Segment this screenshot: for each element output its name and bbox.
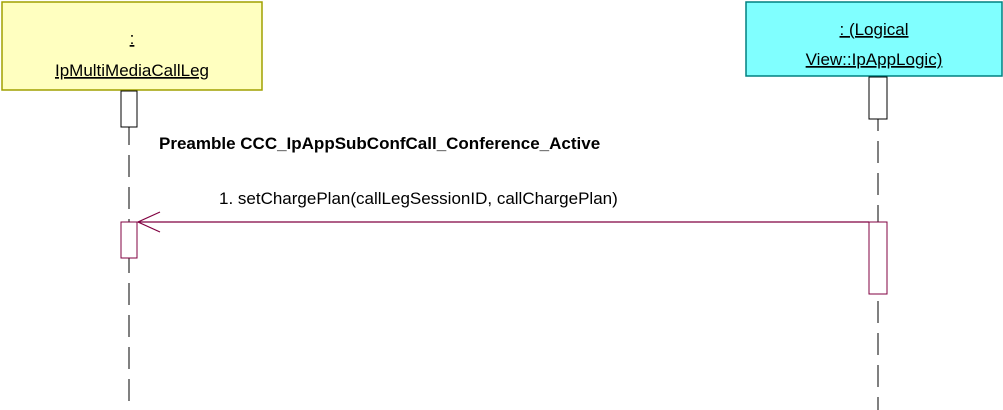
message-label: 1. setChargePlan(callLegSessionID, callC… [219, 189, 618, 208]
object-label-left-line1: : [130, 29, 135, 48]
preamble-title: Preamble CCC_IpAppSubConfCall_Conference… [159, 134, 600, 153]
activation-left-top [120, 90, 138, 128]
activation-left-message [120, 221, 138, 259]
object-label-right-line1: : (Logical [840, 20, 909, 39]
activation-right-message [868, 221, 888, 295]
sequence-diagram: : IpMultiMediaCallLeg : (Logical View::I… [1, 1, 1003, 410]
object-label-right-line2: View::IpAppLogic) [806, 50, 943, 69]
lifeline-ipapplogic: : (Logical View::IpAppLogic) [745, 1, 1003, 410]
activation-right-top [868, 76, 888, 120]
object-label-left-line2: IpMultiMediaCallLeg [55, 61, 209, 80]
message-setchargeplan: 1. setChargePlan(callLegSessionID, callC… [136, 189, 869, 233]
